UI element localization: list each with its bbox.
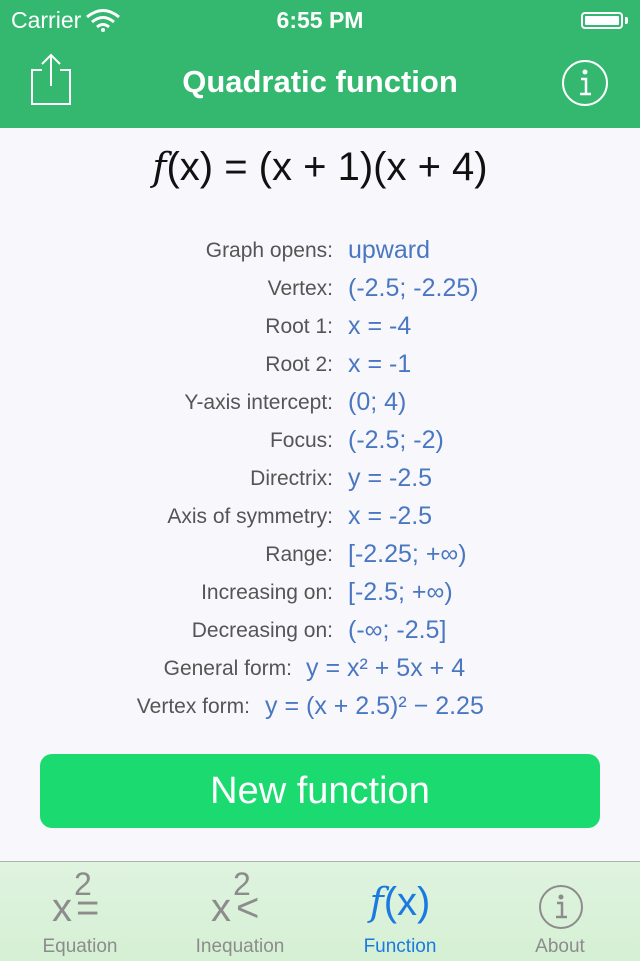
property-label: Range: <box>265 543 333 566</box>
tab-about[interactable]: About <box>480 862 640 961</box>
icon-base: x <box>52 886 72 930</box>
page-title: Quadratic function <box>182 64 458 99</box>
property-value: [-2.5; +∞) <box>348 578 453 606</box>
formula-f: f <box>152 145 167 189</box>
property-value: x = -2.5 <box>348 502 433 530</box>
property-row-vertex-form: Vertex form: y = (x + 2.5)² − 2.25 <box>0 689 640 727</box>
property-label: Root 2: <box>265 353 333 376</box>
clock: 6:55 PM <box>276 7 364 33</box>
tab-label: Equation <box>42 936 118 957</box>
property-row-range: Range: [-2.25; +∞) <box>0 537 640 575</box>
property-row-root-2: Root 2: x = -1 <box>0 347 640 385</box>
tab-label: Inequation <box>195 936 285 957</box>
property-value: x = -4 <box>348 312 412 340</box>
property-value: y = -2.5 <box>348 464 433 492</box>
tab-inequation[interactable]: x 2 < Inequation <box>160 862 320 961</box>
property-label: Root 1: <box>265 315 333 338</box>
property-label: Directrix: <box>250 467 333 490</box>
tab-label: Function <box>363 936 437 957</box>
property-row-root-1: Root 1: x = -4 <box>0 309 640 347</box>
property-row-directrix: Directrix: y = -2.5 <box>0 461 640 499</box>
property-row-graph-opens: Graph opens: upward <box>0 233 640 271</box>
property-label: Graph opens: <box>205 239 333 262</box>
property-row-vertex: Vertex: (-2.5; -2.25) <box>0 271 640 309</box>
property-value: x = -1 <box>348 350 412 378</box>
tab-bar: x 2 = Equation x 2 < Inequation f(x) Fun… <box>0 861 640 961</box>
property-value: (-∞; -2.5] <box>348 616 447 644</box>
property-label: General form: <box>163 657 292 680</box>
property-row-increasing-on: Increasing on: [-2.5; +∞) <box>0 575 640 613</box>
x-squared-less-icon: x 2 < <box>160 866 320 930</box>
tab-label: About <box>535 936 585 957</box>
icon-operator: < <box>236 886 260 930</box>
icon-x: (x) <box>383 880 431 924</box>
property-value: y = (x + 2.5)² − 2.25 <box>265 692 484 720</box>
navigation-header: Carrier 6:55 PM Quadratic function <box>0 0 640 128</box>
property-label: Focus: <box>269 429 333 452</box>
formula-body: (x) = (x + 1)(x + 4) <box>166 145 488 189</box>
info-icon <box>539 885 583 929</box>
property-label: Vertex form: <box>136 695 250 718</box>
property-value: (-2.5; -2) <box>348 426 444 454</box>
property-value: (-2.5; -2.25) <box>348 274 479 302</box>
icon-operator: = <box>76 886 100 930</box>
tab-function[interactable]: f(x) Function <box>320 862 480 961</box>
battery-icon <box>581 12 623 29</box>
function-formula: f(x) = (x + 1)(x + 4) <box>0 145 640 190</box>
icon-base: x <box>211 886 231 930</box>
property-value: [-2.25; +∞) <box>348 540 467 568</box>
new-function-button[interactable]: New function <box>40 754 600 828</box>
fx-icon: f(x) <box>320 880 480 930</box>
property-row-focus: Focus: (-2.5; -2) <box>0 423 640 461</box>
property-row-y-intercept: Y-axis intercept: (0; 4) <box>0 385 640 423</box>
property-label: Axis of symmetry: <box>167 505 333 528</box>
property-row-decreasing-on: Decreasing on: (-∞; -2.5] <box>0 613 640 651</box>
property-value: upward <box>348 236 430 264</box>
property-row-axis-of-symmetry: Axis of symmetry: x = -2.5 <box>0 499 640 537</box>
property-value: (0; 4) <box>348 388 407 416</box>
icon-f: f <box>369 880 384 924</box>
property-label: Increasing on: <box>201 581 333 604</box>
property-value: y = x² + 5x + 4 <box>306 654 466 682</box>
property-label: Decreasing on: <box>191 619 333 642</box>
tab-equation[interactable]: x 2 = Equation <box>0 862 160 961</box>
info-icon[interactable] <box>560 58 610 108</box>
battery-tip <box>625 17 628 24</box>
x-squared-equals-icon: x 2 = <box>0 866 160 930</box>
property-label: Y-axis intercept: <box>184 391 333 414</box>
property-row-general-form: General form: y = x² + 5x + 4 <box>0 651 640 689</box>
property-label: Vertex: <box>267 277 333 300</box>
status-bar: Carrier 6:55 PM <box>0 0 640 40</box>
